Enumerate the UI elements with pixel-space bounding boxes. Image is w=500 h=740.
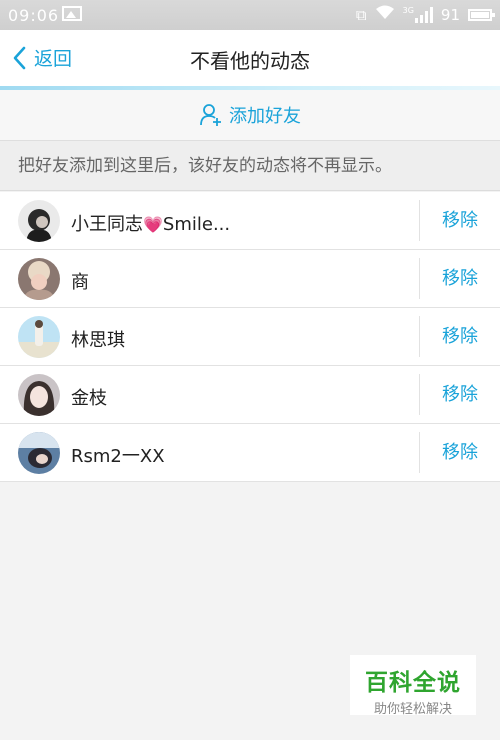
- hint-text: 把好友添加到这里后，该好友的动态将不再显示。: [0, 141, 500, 191]
- avatar[interactable]: [18, 200, 60, 242]
- remove-button[interactable]: 移除: [420, 250, 500, 307]
- list-item: 林思琪 移除: [0, 308, 500, 366]
- page-title: 不看他的动态: [190, 49, 310, 73]
- wifi-icon: [375, 5, 395, 24]
- list-item: 商 移除: [0, 250, 500, 308]
- avatar[interactable]: [18, 316, 60, 358]
- avatar[interactable]: [18, 374, 60, 416]
- rotation-lock-icon: ⧉: [355, 5, 367, 24]
- friend-name: 商: [71, 272, 89, 293]
- remove-button[interactable]: 移除: [420, 192, 500, 249]
- watermark-title: 百科全说: [365, 670, 461, 696]
- watermark-subtitle: 助你轻松解决: [373, 702, 452, 717]
- add-friend-label: 添加好友: [229, 106, 301, 127]
- friend-name: 金枝: [71, 388, 107, 409]
- remove-button[interactable]: 移除: [420, 424, 500, 481]
- avatar[interactable]: [18, 432, 60, 474]
- remove-button[interactable]: 移除: [420, 308, 500, 365]
- avatar[interactable]: [18, 258, 60, 300]
- app-header: 返回 不看他的动态: [0, 30, 500, 86]
- remove-button[interactable]: 移除: [420, 366, 500, 423]
- add-user-icon: [200, 104, 221, 126]
- friend-name: 林思琪: [71, 330, 125, 351]
- add-friend-button[interactable]: 添加好友: [0, 90, 500, 141]
- network-type: 3G: [402, 5, 414, 15]
- status-bar: 09:06 ⧉ 3G 91: [0, 0, 500, 30]
- status-icons: ⧉ 3G 91: [355, 5, 495, 24]
- list-item: 小王同志💗Smile... 移除: [0, 192, 500, 250]
- watermark-logo: 百科全说 助你轻松解决: [350, 655, 476, 717]
- friend-name: 小王同志💗Smile...: [71, 214, 231, 235]
- image-notification-icon: [62, 6, 82, 21]
- list-item: 金枝 移除: [0, 366, 500, 424]
- battery-level: 91: [440, 5, 460, 24]
- friend-list: 小王同志💗Smile... 移除 商 移除 林思琪 移除 金枝 移除 Rsm2一…: [0, 192, 500, 482]
- friend-name: Rsm2一XX: [71, 446, 165, 467]
- heart-icon: 💗: [143, 215, 163, 234]
- battery-icon: [468, 8, 495, 21]
- list-item: Rsm2一XX 移除: [0, 424, 500, 482]
- signal-icon: 3G: [402, 5, 433, 23]
- status-time: 09:06: [8, 6, 60, 25]
